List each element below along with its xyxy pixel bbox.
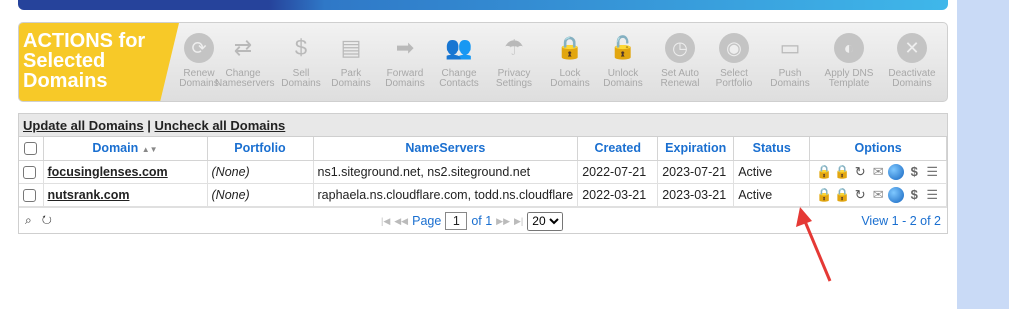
table-row: focusinglenses.com (None) ns1.siteground… [19, 160, 947, 184]
first-page-icon[interactable]: |◀ [381, 216, 390, 227]
clock-icon: ◷ [665, 33, 695, 63]
renew-icon[interactable]: ↻ [852, 164, 868, 180]
apply-dns-template-button[interactable]: ◐ Apply DNS Template [821, 29, 877, 99]
computers-icon: ▭ [779, 35, 801, 60]
bus-icon: ▤ [340, 35, 362, 60]
domain-link[interactable]: nutsrank.com [43, 183, 208, 207]
column-header-expiration[interactable]: Expiration [657, 137, 735, 161]
search-icon[interactable]: ⌕ [25, 213, 32, 227]
select-all-checkbox[interactable] [24, 142, 38, 156]
page-background-right [957, 0, 1009, 309]
deactivate-icon: ✕ [897, 33, 927, 63]
uncheck-all-domains-link[interactable]: Uncheck all Domains [155, 118, 286, 133]
unlock-icon: 🔓 [609, 35, 637, 60]
sort-icon: ▲▼ [141, 145, 158, 155]
privacy-lock-icon[interactable]: 🔒 [834, 164, 850, 180]
column-header-options: Options [809, 137, 947, 161]
refresh-icon[interactable]: ↻ [42, 213, 52, 227]
column-header-domain[interactable]: Domain ▲▼ [43, 137, 208, 161]
table-row: nutsrank.com (None) raphaela.ns.cloudfla… [19, 183, 947, 207]
disc-icon: ◉ [719, 33, 749, 63]
renew-icon[interactable]: ↻ [852, 187, 868, 203]
dns-template-icon: ◐ [834, 33, 864, 63]
created-cell: 2022-07-21 [577, 160, 659, 184]
prev-page-icon[interactable]: ◀◀ [394, 216, 408, 227]
status-cell: Active [733, 183, 811, 207]
nameservers-cell: ns1.siteground.net, ns2.siteground.net [313, 160, 579, 184]
update-all-domains-link[interactable]: Update all Domains [23, 118, 144, 133]
change-nameservers-button[interactable]: ⇄ Change Nameservers [215, 29, 274, 99]
domain-link[interactable]: focusinglenses.com [43, 160, 208, 184]
renew-icon: ⟳ [184, 33, 214, 63]
nameservers-cell: raphaela.ns.cloudflare.com, todd.ns.clou… [313, 183, 579, 207]
link-separator: | [143, 118, 155, 133]
next-page-icon[interactable]: ▶▶ [496, 216, 510, 227]
lock-domains-button[interactable]: 🔒 Lock Domains [542, 29, 598, 99]
grid-toplinks: Update all Domains | Uncheck all Domains [19, 114, 947, 137]
database-icon[interactable]: ☰ [924, 164, 940, 180]
privacy-lock-icon[interactable]: 🔒 [834, 187, 850, 203]
email-icon[interactable]: ✉ [870, 187, 886, 203]
header-banner [18, 0, 948, 10]
page-label: Page [412, 214, 442, 228]
select-portfolio-button[interactable]: ◉ Select Portfolio [706, 29, 762, 99]
contacts-icon: 👥 [445, 35, 473, 60]
expiration-cell: 2023-03-21 [657, 183, 735, 207]
page-size-select[interactable]: 20 [527, 211, 564, 231]
database-icon[interactable]: ☰ [924, 187, 940, 203]
page-number-input[interactable]: 1 [445, 212, 468, 230]
options-cell: 🔒 🔒 ↻ ✉ $ ☰ [809, 183, 947, 207]
email-icon[interactable]: ✉ [870, 164, 886, 180]
lock-icon: 🔒 [556, 35, 584, 60]
change-contacts-button[interactable]: 👥 Change Contacts [431, 29, 487, 99]
column-header-created[interactable]: Created [577, 137, 659, 161]
row-checkbox[interactable] [23, 188, 36, 202]
unlock-domains-button[interactable]: 🔓 Unlock Domains [595, 29, 651, 99]
options-cell: 🔒 🔒 ↻ ✉ $ ☰ [809, 160, 947, 184]
push-domains-button[interactable]: ▭ Push Domains [762, 29, 818, 99]
portfolio-cell: (None) [207, 183, 314, 207]
column-header-nameservers[interactable]: NameServers [313, 137, 579, 161]
portfolio-cell: (None) [207, 160, 314, 184]
expiration-cell: 2023-07-21 [657, 160, 735, 184]
dollar-icon[interactable]: $ [906, 164, 922, 180]
set-auto-renewal-button[interactable]: ◷ Set Auto Renewal [652, 29, 708, 99]
actions-title: ACTIONS for Selected Domains [19, 23, 179, 101]
dollar-icon: $ [294, 35, 308, 60]
privacy-settings-button[interactable]: ☂ Privacy Settings [486, 29, 542, 99]
lock-icon[interactable]: 🔒 [816, 187, 832, 203]
annotation-arrow [796, 207, 832, 282]
lock-icon[interactable]: 🔒 [816, 164, 832, 180]
pager-tools: ⌕ ↻ [25, 213, 52, 228]
table-header-row: Domain ▲▼ Portfolio NameServers Created … [19, 137, 947, 161]
privacy-icon: ☂ [504, 35, 524, 60]
column-header-portfolio[interactable]: Portfolio [207, 137, 314, 161]
status-cell: Active [733, 160, 811, 184]
sell-domains-button[interactable]: $ Sell Domains [273, 29, 329, 99]
view-count: View 1 - 2 of 2 [861, 213, 941, 228]
dollar-icon[interactable]: $ [906, 187, 922, 203]
arrows-icon: ⇄ [233, 35, 253, 60]
last-page-icon[interactable]: ▶| [514, 216, 523, 227]
created-cell: 2022-03-21 [577, 183, 659, 207]
globe-icon[interactable] [888, 186, 905, 203]
row-checkbox-cell [19, 160, 44, 184]
row-checkbox[interactable] [23, 165, 36, 179]
deactivate-domains-button[interactable]: ✕ Deactivate Domains [884, 29, 940, 99]
domains-table: Domain ▲▼ Portfolio NameServers Created … [19, 137, 947, 207]
row-checkbox-cell [19, 183, 44, 207]
pager-nav: |◀ ◀◀ Page 1 of 1 ▶▶ ▶| 20 [381, 211, 564, 231]
column-header-status[interactable]: Status [733, 137, 811, 161]
page-of-label: of 1 [471, 214, 493, 228]
forward-domains-button[interactable]: ➡ Forward Domains [377, 29, 433, 99]
select-all-cell [19, 137, 44, 161]
globe-icon[interactable] [888, 163, 905, 180]
actions-toolbar: ACTIONS for Selected Domains ⟳ Renew Dom… [18, 22, 948, 102]
park-domains-button[interactable]: ▤ Park Domains [323, 29, 379, 99]
forward-arrow-icon: ➡ [395, 35, 415, 60]
